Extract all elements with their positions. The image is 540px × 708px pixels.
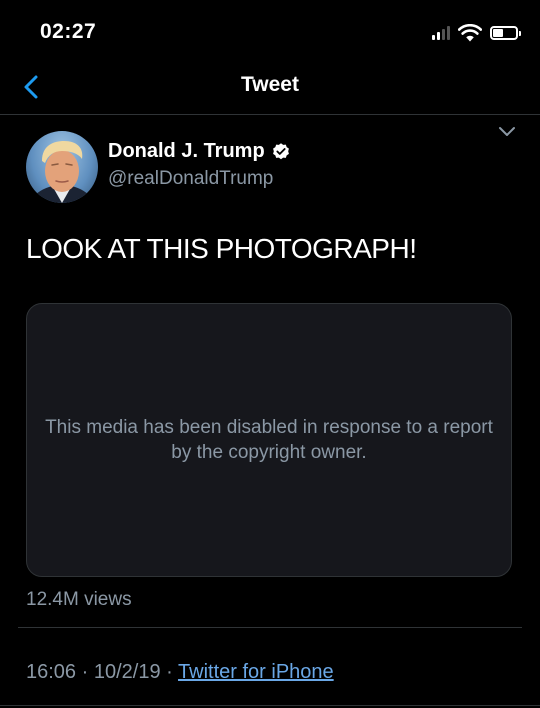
page-title: Tweet xyxy=(241,73,299,96)
tweet-text: LOOK AT THIS PHOTOGRAPH! xyxy=(26,233,417,264)
chevron-down-icon[interactable] xyxy=(496,120,518,142)
battery-icon xyxy=(490,26,521,40)
status-bar: 02:27 xyxy=(0,0,540,64)
verified-badge-icon xyxy=(272,142,289,159)
wifi-icon xyxy=(458,24,482,42)
avatar[interactable] xyxy=(26,131,98,203)
status-time: 02:27 xyxy=(40,20,97,43)
author-name-row: Donald J. Trump xyxy=(108,140,291,163)
navigation-bar: Tweet xyxy=(0,64,540,115)
media-disabled-message: This media has been disabled in response… xyxy=(45,417,493,463)
divider xyxy=(18,627,522,628)
view-count: 12.4M views xyxy=(26,589,132,610)
tweet-date: 10/2/19 xyxy=(93,661,161,683)
divider xyxy=(0,705,540,706)
tweet-source-link[interactable]: Twitter for iPhone xyxy=(178,661,334,683)
separator: · xyxy=(81,661,89,683)
tweet-author[interactable]: Donald J. Trump @realDonaldTrump xyxy=(108,140,291,190)
author-handle: @realDonaldTrump xyxy=(108,168,274,189)
status-icons xyxy=(432,22,521,44)
tweet-time: 16:06 xyxy=(26,661,77,683)
battery-level xyxy=(493,29,503,37)
media-placeholder: This media has been disabled in response… xyxy=(26,303,512,577)
separator: · xyxy=(166,661,173,683)
author-name: Donald J. Trump xyxy=(108,140,265,162)
tweet-metadata: 16:06 · 10/2/19 · Twitter for iPhone xyxy=(26,661,334,684)
cellular-signal-icon xyxy=(432,26,450,40)
